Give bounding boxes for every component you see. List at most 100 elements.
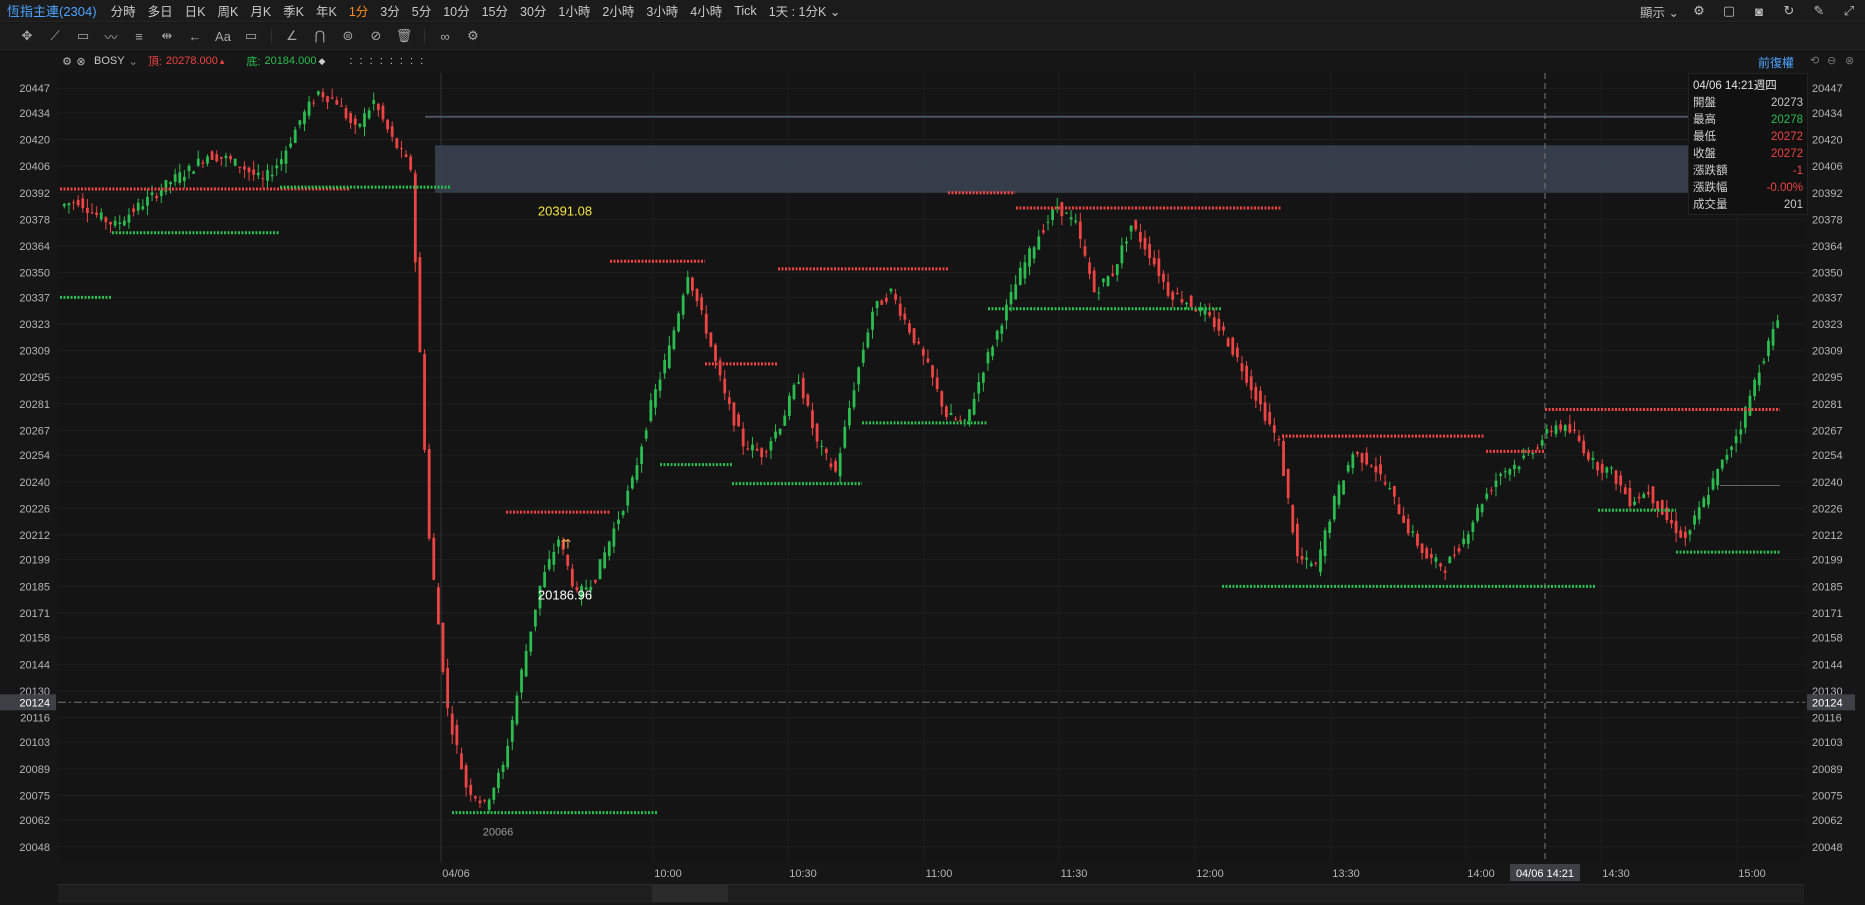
candle-body	[261, 178, 265, 180]
candle-body	[233, 158, 237, 166]
candle-body	[667, 345, 671, 369]
candle-body	[820, 445, 824, 447]
candle-body	[875, 300, 879, 308]
candle-body	[991, 347, 994, 357]
candle-body	[390, 126, 394, 137]
info-row: 漲跌幅 -0.00%	[1689, 180, 1807, 197]
candle-body	[792, 384, 796, 400]
candle-body	[450, 713, 454, 735]
candle-body	[1748, 395, 1752, 416]
y-tick-label-left: 20434	[19, 108, 50, 120]
y-tick-label-left: 20420	[19, 135, 50, 147]
candle-body	[118, 222, 122, 224]
y-tick-label-right: 20406	[1812, 161, 1843, 173]
candle-body	[1466, 534, 1470, 544]
candle-body	[86, 207, 89, 214]
candle-body	[815, 423, 819, 442]
candle-body	[1563, 425, 1567, 432]
candle-body	[363, 113, 366, 128]
info-value: -0.00%	[1766, 182, 1803, 194]
y-tick-label-right: 20062	[1812, 815, 1843, 827]
candle-body	[1291, 505, 1295, 533]
candle-body	[1739, 429, 1743, 435]
candle-body	[1351, 454, 1355, 469]
candle-body	[1494, 480, 1498, 488]
candle-body	[547, 559, 551, 570]
y-tick-label-left: 20447	[19, 83, 50, 95]
y-tick-label-right: 20158	[1812, 633, 1843, 645]
candle-body	[1365, 452, 1369, 465]
candle-body	[326, 96, 329, 103]
candle-body	[1471, 522, 1475, 533]
price-annotation: 20186.96	[538, 588, 592, 603]
candle-body	[136, 202, 140, 211]
candle-body	[954, 418, 958, 420]
candle-body	[1046, 221, 1050, 223]
candle-body	[1619, 475, 1623, 486]
candle-body	[219, 156, 223, 159]
y-tick-label-right: 20144	[1812, 659, 1843, 671]
candle-body	[709, 332, 713, 347]
candle-body	[109, 222, 112, 225]
price-annotation: 20391.08	[538, 204, 592, 219]
candle-body	[247, 167, 251, 173]
candle-body	[238, 166, 242, 168]
candle-body	[1536, 447, 1539, 449]
candle-body	[1332, 496, 1336, 520]
candle-body	[122, 220, 126, 226]
candle-body	[1531, 452, 1535, 455]
y-tick-label-left: 20364	[19, 241, 50, 253]
candle-body	[1762, 361, 1766, 363]
y-tick-label-right: 20364	[1812, 241, 1843, 253]
y-tick-label-left: 20212	[19, 530, 50, 542]
x-tick-label: 11:30	[1061, 868, 1088, 880]
candle-body	[1771, 329, 1775, 346]
y-tick-label-left: 20267	[19, 425, 50, 437]
candle-body	[963, 419, 967, 421]
y-tick-label-right: 20434	[1812, 108, 1843, 120]
candle-body	[1702, 498, 1706, 508]
candle-body	[81, 198, 85, 209]
candle-body	[1217, 318, 1221, 331]
y-tick-label-left: 20323	[19, 319, 50, 331]
y-tick-label-left: 20171	[19, 608, 50, 620]
candle-body	[1125, 241, 1128, 244]
candle-body	[677, 313, 680, 332]
candle-body	[1286, 468, 1290, 499]
y-tick-label-left: 20240	[19, 477, 50, 489]
candle-body	[150, 192, 154, 196]
candle-body	[1323, 530, 1327, 557]
candle-body	[279, 159, 283, 165]
x-tick-label: 11:00	[926, 868, 953, 880]
candle-body	[1568, 424, 1572, 433]
navigator-window[interactable]	[652, 884, 728, 902]
candle-body	[1185, 302, 1188, 305]
candle-body	[852, 390, 856, 408]
candle-body	[1083, 246, 1087, 256]
y-tick-label-right: 20199	[1812, 555, 1843, 567]
candle-body	[843, 426, 847, 448]
candle-body	[1115, 264, 1119, 275]
info-rows: 開盤 20273 最高 20278 最低 20272 收盤 20272 漲跌額 -1 漲跌幅 -0.0…	[1689, 95, 1807, 214]
x-tick-label: 14:00	[1467, 868, 1495, 880]
y-tick-label-left: 20281	[19, 399, 50, 411]
candlestick-chart[interactable]: 20447 20447 20434 20434 20420 20420 20406 20406…	[0, 0, 1865, 905]
candle-body	[1651, 486, 1655, 504]
candle-body	[663, 360, 667, 374]
candle-body	[441, 622, 445, 672]
info-row: 漲跌額 -1	[1689, 163, 1807, 180]
time-navigator[interactable]	[58, 884, 1804, 903]
y-tick-label-right: 20048	[1812, 842, 1843, 854]
candle-body	[1148, 243, 1151, 259]
candle-body	[67, 203, 71, 206]
candle-body	[760, 448, 764, 458]
candle-body	[1023, 262, 1027, 279]
candle-body	[1586, 452, 1590, 460]
candle-body	[1189, 295, 1193, 307]
candle-body	[76, 200, 80, 206]
candle-body	[940, 391, 944, 407]
candle-body	[1268, 411, 1272, 425]
candle-body	[787, 395, 791, 416]
candle-body	[1319, 549, 1322, 573]
y-tick-label-left: 20158	[19, 633, 50, 645]
